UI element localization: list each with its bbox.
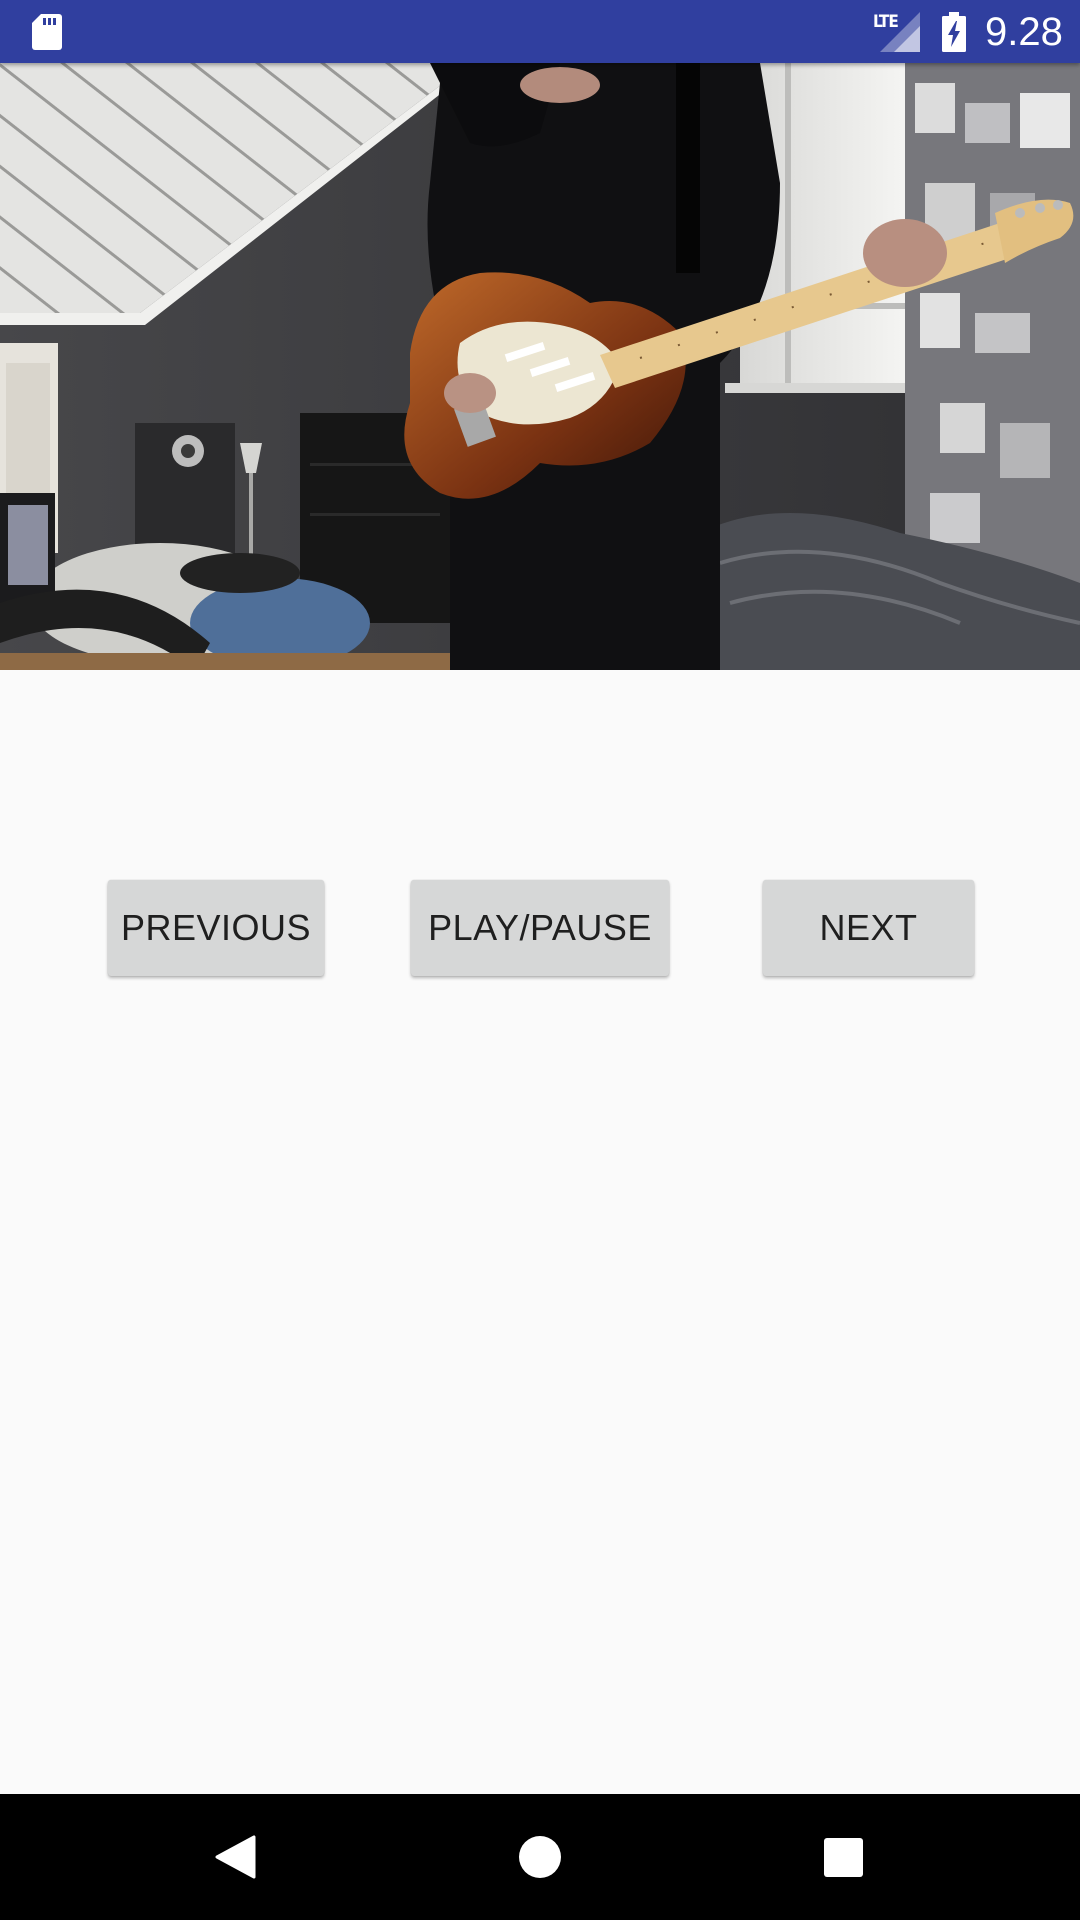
status-bar: LTE 9.28 <box>0 0 1080 63</box>
play-pause-button[interactable]: PLAY/PAUSE <box>411 880 669 976</box>
video-player[interactable] <box>0 63 1080 670</box>
home-icon[interactable] <box>518 1835 562 1879</box>
app-screen: LTE 9.28 PREVIOUS PLAY/PAUSE NEXT <box>0 0 1080 1920</box>
navigation-bar <box>0 1794 1080 1920</box>
back-icon[interactable] <box>212 1834 258 1880</box>
signal-icon <box>880 12 920 52</box>
sd-card-icon <box>32 14 62 50</box>
clock: 9.28 <box>985 10 1063 54</box>
next-button[interactable]: NEXT <box>763 880 974 976</box>
video-frame <box>0 63 1080 670</box>
battery-charging-icon <box>942 12 966 52</box>
previous-button[interactable]: PREVIOUS <box>108 880 324 976</box>
recents-icon[interactable] <box>824 1838 863 1877</box>
